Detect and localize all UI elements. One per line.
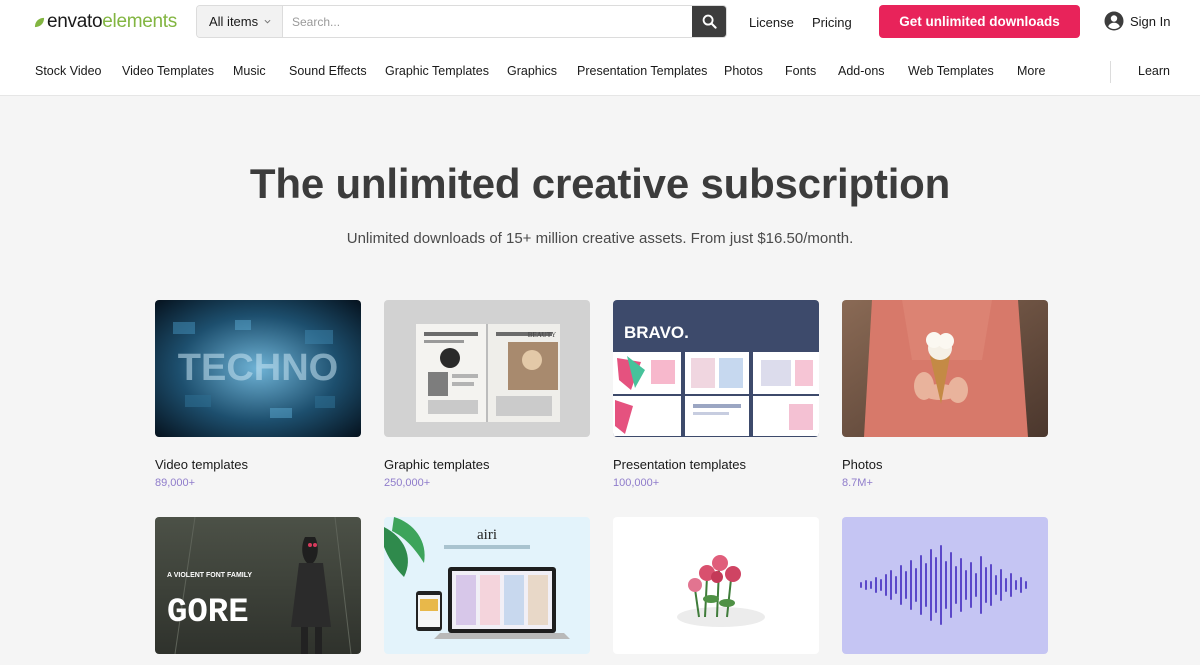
waveform-bar <box>970 562 972 608</box>
video-templates-thumbnail: TECHNO <box>155 300 361 437</box>
search-button[interactable] <box>692 6 726 37</box>
nav-item-graphic-templates[interactable]: Graphic Templates <box>385 64 489 78</box>
waveform-bar <box>990 564 992 606</box>
waveform-bar <box>910 560 912 610</box>
waveform-bar <box>995 575 997 595</box>
category-card-graphic-templates[interactable]: BEAUTY Graphic templates 250,000+ <box>384 300 590 489</box>
nav-item-sound-effects[interactable]: Sound Effects <box>289 64 367 78</box>
search-input[interactable] <box>283 6 692 37</box>
sign-in-button[interactable]: Sign In <box>1104 11 1170 31</box>
nav-item-web-templates[interactable]: Web Templates <box>908 64 994 78</box>
waveform-bar <box>870 581 872 589</box>
search-bar: All items <box>196 5 727 38</box>
waveform-bar <box>980 556 982 614</box>
waveform-bar <box>985 567 987 603</box>
category-count: 250,000+ <box>384 477 431 489</box>
category-label: Photos <box>842 457 883 472</box>
nav-item-photos[interactable]: Photos <box>724 64 763 78</box>
hero-subtitle: Unlimited downloads of 15+ million creat… <box>346 230 854 247</box>
nav-item-graphics[interactable]: Graphics <box>507 64 557 78</box>
waveform-bar <box>915 568 917 602</box>
waveform-bar <box>1000 569 1002 601</box>
thumb-title: BEAUTY <box>528 331 556 339</box>
nav-item-presentation-templates[interactable]: Presentation Templates <box>577 64 707 78</box>
nav-item-music[interactable]: Music <box>233 64 266 78</box>
nav-item-video-templates[interactable]: Video Templates <box>122 64 214 78</box>
waveform-bar <box>860 582 862 588</box>
waveform-bar <box>1020 577 1022 593</box>
nav-item-fonts[interactable]: Fonts <box>785 64 816 78</box>
waveform-bar <box>890 570 892 600</box>
waveform-bar <box>940 545 942 625</box>
category-card-video-templates[interactable]: TECHNO Video templates 89,000+ <box>155 300 361 489</box>
waveform-bar <box>975 573 977 597</box>
brand-name-elements: elements <box>102 11 177 32</box>
category-card-3d[interactable] <box>613 517 819 654</box>
waveform-bar <box>1025 581 1027 589</box>
category-label: Graphic templates <box>384 457 490 472</box>
waveform-bar <box>965 570 967 600</box>
waveform-bar <box>885 574 887 596</box>
category-count: 8.7M+ <box>842 477 873 489</box>
category-count: 89,000+ <box>155 477 196 489</box>
category-card-music[interactable] <box>842 517 1048 654</box>
waveform-bar <box>930 549 932 621</box>
graphic-templates-thumbnail: BEAUTY <box>384 300 590 437</box>
category-select-label: All items <box>209 14 259 29</box>
nav-item-stock-video[interactable]: Stock Video <box>35 64 101 78</box>
waveform-bar <box>935 557 937 613</box>
waveform-bar <box>925 563 927 607</box>
photos-thumbnail <box>842 300 1048 437</box>
nav-item-more[interactable]: More <box>1017 64 1045 78</box>
thumb-title: TECHNO <box>178 347 338 389</box>
thumb-title: BRAVO. <box>624 323 689 342</box>
category-label: Video templates <box>155 457 248 472</box>
license-link[interactable]: License <box>749 15 794 30</box>
nav-item-add-ons[interactable]: Add-ons <box>838 64 885 78</box>
waveform-bar <box>960 558 962 612</box>
waveform-bar <box>1010 573 1012 597</box>
3d-thumbnail <box>613 517 819 654</box>
waveform-bar <box>880 579 882 591</box>
category-card-photos[interactable]: Photos 8.7M+ <box>842 300 1048 489</box>
category-card-web-templates[interactable]: airi <box>384 517 590 654</box>
category-count: 100,000+ <box>613 477 660 489</box>
nav-item-learn[interactable]: Learn <box>1138 64 1170 78</box>
category-nav: Stock Video Video Templates Music Sound … <box>0 56 1200 86</box>
music-thumbnail <box>842 517 1048 654</box>
category-card-presentation-templates[interactable]: BRAVO. Presentation templates 100,000+ <box>613 300 819 489</box>
chevron-down-icon <box>264 19 271 24</box>
hero-title: The unlimited creative subscription <box>249 160 951 207</box>
category-card-fonts[interactable]: A VIOLENT FONT FAMILY GORE <box>155 517 361 654</box>
waveform-bar <box>895 576 897 594</box>
waveform-bar <box>900 565 902 605</box>
waveform-bar <box>875 577 877 593</box>
thumb-title: airi <box>477 527 497 543</box>
envato-elements-logo[interactable]: envato elements <box>34 11 177 33</box>
leaf-icon <box>34 17 45 27</box>
waveform-bar <box>955 566 957 604</box>
thumb-title: GORE <box>167 594 249 632</box>
search-icon <box>702 14 717 29</box>
waveform-bar <box>865 580 867 590</box>
nav-divider <box>1110 61 1111 83</box>
web-templates-thumbnail: airi <box>384 517 590 654</box>
category-select[interactable]: All items <box>197 6 283 37</box>
waveform-bar <box>905 571 907 599</box>
waveform-bar <box>950 552 952 618</box>
waveform-bar <box>1015 580 1017 590</box>
waveform-bar <box>945 561 947 609</box>
pricing-link[interactable]: Pricing <box>812 15 852 30</box>
fonts-thumbnail: A VIOLENT FONT FAMILY GORE <box>155 517 361 654</box>
user-circle-icon <box>1104 11 1124 31</box>
sign-in-label: Sign In <box>1130 13 1171 29</box>
site-header: envatoelements All items License Pricing… <box>0 0 1200 96</box>
waveform-bar <box>920 555 922 615</box>
brand-name-envato: envato <box>47 11 103 32</box>
presentation-templates-thumbnail: BRAVO. <box>613 300 819 437</box>
get-unlimited-downloads-button[interactable]: Get unlimited downloads <box>879 5 1080 38</box>
waveform-bar <box>1005 578 1007 592</box>
category-label: Presentation templates <box>613 457 746 472</box>
thumb-subtitle: A VIOLENT FONT FAMILY <box>167 572 252 579</box>
